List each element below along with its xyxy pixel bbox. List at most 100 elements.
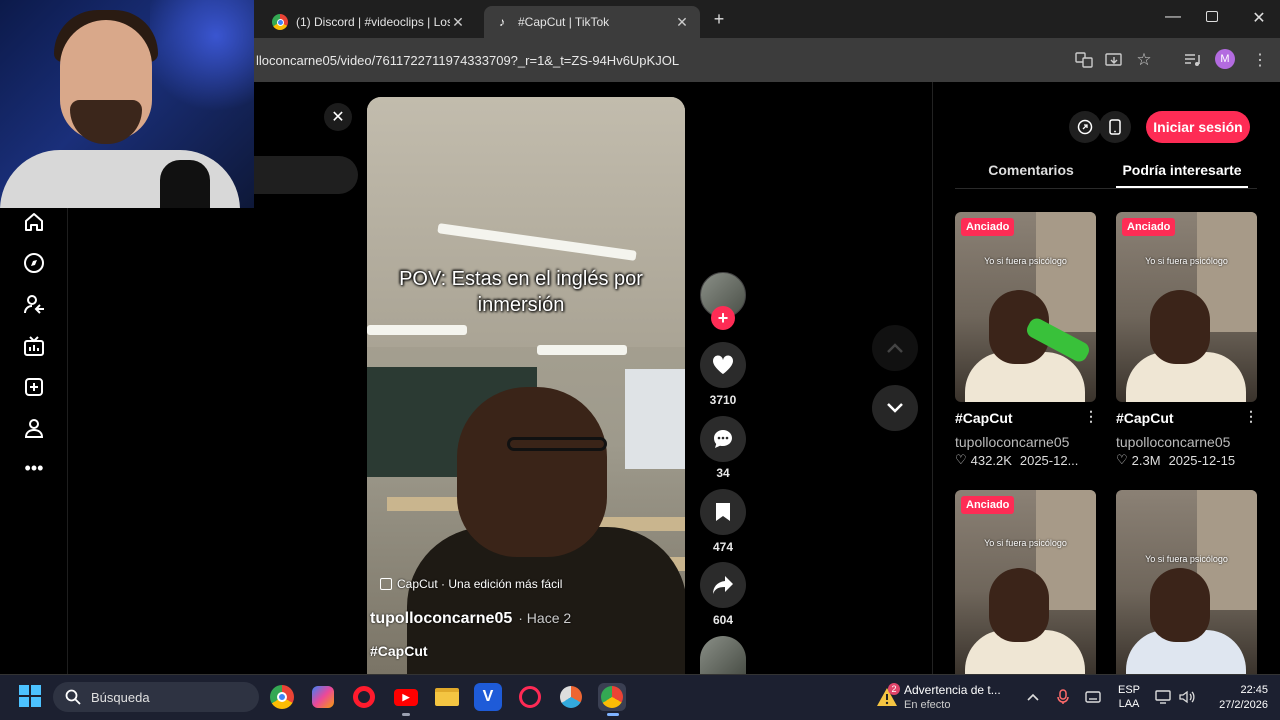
save-button[interactable]	[700, 489, 746, 535]
more-options-icon[interactable]: ⋮	[1244, 408, 1258, 425]
profile-icon[interactable]	[20, 414, 48, 442]
following-icon[interactable]	[20, 290, 48, 318]
maximize-icon[interactable]	[1206, 11, 1218, 22]
new-tab-button[interactable]: +	[708, 8, 730, 30]
pinned-badge: Anciado	[1122, 218, 1176, 236]
menu-dots-icon[interactable]: ⋮	[1248, 48, 1272, 72]
media-control-icon[interactable]	[1180, 48, 1204, 72]
window-close-icon[interactable]: ✕	[1248, 8, 1270, 30]
capcut-label: CapCut · Una edición más fácil	[397, 577, 563, 591]
pinned-badge: Anciado	[961, 496, 1015, 514]
translate-icon[interactable]	[1072, 48, 1096, 72]
install-app-icon[interactable]	[1102, 48, 1126, 72]
tab-tiktok[interactable]: ♪ #CapCut | TikTok ✕	[484, 6, 700, 38]
weather-warning-widget[interactable]: 2 Advertencia de t... En efecto	[876, 680, 1016, 714]
davinci-icon[interactable]	[557, 683, 585, 711]
more-options-icon[interactable]: ⋮	[1084, 408, 1098, 425]
explore-icon[interactable]	[20, 249, 48, 277]
coin-icon[interactable]	[1069, 111, 1101, 143]
tab-discord[interactable]: (1) Discord | #videoclips | Los p ✕	[262, 6, 476, 38]
video-card[interactable]: Anciado Yo si fuera psicólogo	[955, 490, 1096, 674]
search-input[interactable]	[254, 156, 358, 194]
comment-button[interactable]	[700, 416, 746, 462]
close-icon[interactable]: ✕	[324, 103, 352, 131]
video-author[interactable]: tupolloconcarne05 · Hace 2	[370, 610, 571, 628]
card-overlay-text: Yo si fuera psicólogo	[1145, 554, 1228, 564]
bookmark-icon	[716, 503, 730, 521]
clock-date: 27/2/2026	[1219, 699, 1268, 711]
system-clock[interactable]: 22:45 27/2/2026	[1204, 683, 1268, 713]
star-icon[interactable]: ☆	[1132, 48, 1156, 72]
notification-count: 2	[888, 683, 900, 695]
home-icon[interactable]	[20, 208, 48, 236]
upload-icon[interactable]	[20, 373, 48, 401]
next-creator-avatar[interactable]	[700, 636, 746, 674]
more-icon[interactable]: •••	[20, 454, 48, 482]
card-stats: ♡ 432.2K 2025-12...	[955, 452, 1078, 468]
warning-icon: 2	[876, 683, 900, 707]
windows-start-icon[interactable]	[18, 684, 42, 708]
share-button[interactable]	[700, 562, 746, 608]
follow-plus-icon[interactable]: +	[711, 306, 735, 330]
opera-gx-icon[interactable]	[516, 683, 544, 711]
login-button[interactable]: Iniciar sesión	[1146, 111, 1250, 143]
card-title[interactable]: #CapCut	[955, 410, 1013, 426]
address-bar[interactable]: lloconcarne05/video/7611722711974333709?…	[240, 46, 1110, 74]
pinned-badge: Anciado	[961, 218, 1015, 236]
caption-line: POV: Estas en el inglés por	[399, 268, 643, 290]
v-icon[interactable]: V	[474, 683, 502, 711]
close-tab-icon[interactable]: ✕	[450, 14, 466, 31]
card-overlay-text: Yo si fuera psicólogo	[984, 538, 1067, 548]
save-count: 474	[712, 540, 734, 554]
card-author[interactable]: tupolloconcarne05	[1116, 434, 1230, 450]
video-card[interactable]: Yo si fuera psicólogo	[1116, 490, 1257, 674]
volume-icon[interactable]	[1176, 686, 1198, 708]
network-icon[interactable]	[1152, 686, 1174, 708]
lang-line: ESP	[1117, 684, 1140, 696]
video-caption: POV: Estas en el inglés por inmersión	[383, 266, 659, 318]
warning-title: Advertencia de t...	[904, 683, 1001, 697]
microphone-icon[interactable]	[1052, 686, 1074, 708]
profile-avatar[interactable]: M	[1215, 49, 1235, 69]
like-button[interactable]	[700, 342, 746, 388]
files-icon[interactable]	[433, 683, 461, 711]
chevron-up-icon[interactable]	[1022, 686, 1044, 708]
caption-line: inmersión	[477, 294, 565, 316]
share-icon	[713, 576, 733, 594]
video-card[interactable]: Anciado Yo si fuera psicólogo	[1116, 212, 1257, 402]
opera-icon[interactable]	[350, 683, 378, 711]
heart-outline-icon: ♡	[955, 452, 967, 467]
previous-video-button[interactable]	[872, 325, 918, 371]
tab-recommended[interactable]: Podría interesarte	[1116, 162, 1248, 188]
mobile-app-icon[interactable]	[1099, 111, 1131, 143]
card-stats: ♡ 2.3M 2025-12-15	[1116, 452, 1235, 468]
next-video-button[interactable]	[872, 385, 918, 431]
close-tab-icon[interactable]: ✕	[674, 14, 690, 31]
card-date: 2025-12-15	[1168, 452, 1236, 468]
card-author[interactable]: tupolloconcarne05	[955, 434, 1069, 450]
chevron-down-icon	[887, 403, 903, 413]
chrome-profile-icon[interactable]	[598, 683, 626, 711]
heart-icon	[712, 355, 734, 374]
like-count: 3710	[709, 393, 737, 407]
chrome-icon[interactable]	[268, 683, 296, 711]
minimize-icon[interactable]: —	[1162, 8, 1184, 30]
tab-title: (1) Discord | #videoclips | Los p	[296, 15, 450, 29]
active-indicator	[607, 713, 619, 716]
chrome-icon	[272, 14, 288, 30]
search-label: Búsqueda	[91, 689, 150, 705]
copilot-icon[interactable]	[309, 683, 337, 711]
webcam-overlay	[0, 0, 254, 208]
taskbar-search[interactable]: Búsqueda	[53, 682, 259, 712]
tab-comments[interactable]: Comentarios	[966, 162, 1096, 188]
tab-title: #CapCut | TikTok	[518, 15, 610, 29]
warning-sub: En efecto	[904, 699, 951, 711]
youtube-icon[interactable]: ▶	[392, 683, 420, 711]
capcut-link[interactable]: CapCut · Una edición más fácil	[380, 577, 562, 591]
card-title[interactable]: #CapCut	[1116, 410, 1174, 426]
video-hashtag[interactable]: #CapCut	[370, 643, 428, 659]
video-card[interactable]: Anciado Yo si fuera psicólogo	[955, 212, 1096, 402]
keyboard-icon[interactable]	[1082, 686, 1104, 708]
language-indicator[interactable]: ESP LAA	[1116, 683, 1142, 711]
live-icon[interactable]	[20, 332, 48, 360]
